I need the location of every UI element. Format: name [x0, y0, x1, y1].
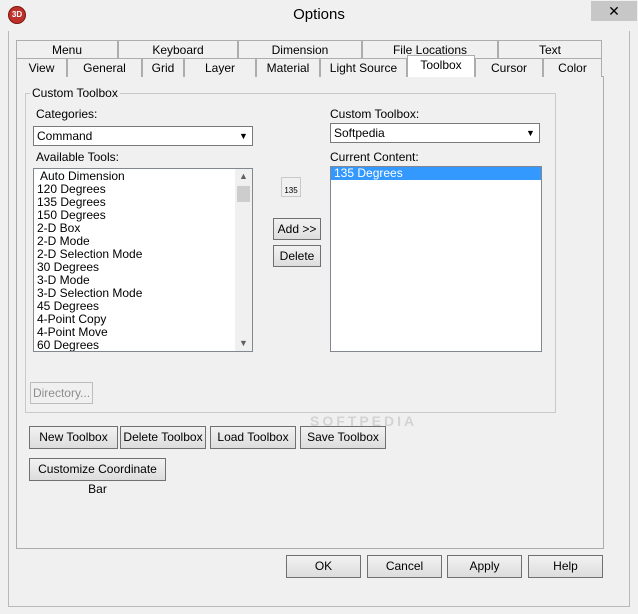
close-button[interactable]: ✕	[591, 1, 637, 21]
ok-button[interactable]: OK	[286, 555, 361, 578]
custom-toolbox-value: Softpedia	[334, 126, 385, 140]
chevron-down-icon[interactable]: ▼	[236, 128, 251, 144]
tab-material[interactable]: Material	[256, 58, 320, 77]
delete-button[interactable]: Delete	[273, 245, 321, 267]
scroll-thumb[interactable]	[237, 186, 250, 202]
available-tools-label: Available Tools:	[36, 150, 119, 164]
scroll-up-icon[interactable]: ▲	[235, 169, 252, 184]
tab-keyboard[interactable]: Keyboard	[118, 40, 238, 59]
tab-general[interactable]: General	[67, 58, 142, 77]
window-title: Options	[293, 6, 345, 23]
tab-cursor[interactable]: Cursor	[475, 58, 543, 77]
tab-grid[interactable]: Grid	[142, 58, 184, 77]
apply-button[interactable]: Apply	[447, 555, 522, 578]
tab-layer[interactable]: Layer	[184, 58, 256, 77]
save-toolbox-button[interactable]: Save Toolbox	[300, 426, 386, 449]
group-title: Custom Toolbox	[30, 86, 120, 100]
available-tools-list[interactable]: Auto Dimension 120 Degrees 135 Degrees 150 …	[33, 168, 253, 352]
angle-135-icon[interactable]: 135	[281, 177, 301, 197]
tab-color[interactable]: Color	[543, 58, 602, 77]
new-toolbox-button[interactable]: New Toolbox	[29, 426, 118, 449]
tab-text[interactable]: Text	[498, 40, 602, 59]
categories-label: Categories:	[36, 107, 98, 121]
scroll-down-icon[interactable]: ▼	[235, 336, 252, 351]
list-item[interactable]: 135 Degrees	[331, 167, 541, 180]
tab-dimension[interactable]: Dimension	[238, 40, 362, 59]
current-content-label: Current Content:	[330, 150, 419, 164]
custom-toolbox-dropdown[interactable]: Softpedia ▼	[330, 123, 540, 143]
tab-view[interactable]: View	[16, 58, 67, 77]
categories-dropdown[interactable]: Command ▼	[33, 126, 253, 146]
directory-button[interactable]: Directory...	[30, 382, 93, 404]
add-button[interactable]: Add >>	[273, 218, 321, 240]
current-content-list[interactable]: 135 Degrees	[330, 166, 542, 352]
tab-menu[interactable]: Menu	[16, 40, 118, 59]
available-tools-scrollbar[interactable]: ▲ ▼	[235, 169, 252, 351]
help-button[interactable]: Help	[528, 555, 603, 578]
categories-value: Command	[37, 129, 93, 143]
customize-coordinate-bar-button[interactable]: Customize Coordinate Bar	[29, 458, 166, 496]
custom-toolbox-label: Custom Toolbox:	[330, 107, 420, 121]
tab-light-source[interactable]: Light Source	[320, 58, 407, 77]
chevron-down-icon[interactable]: ▼	[523, 125, 538, 141]
cancel-button[interactable]: Cancel	[367, 555, 442, 578]
delete-toolbox-button[interactable]: Delete Toolbox	[120, 426, 206, 449]
load-toolbox-button[interactable]: Load Toolbox	[210, 426, 296, 449]
list-item[interactable]: 60 Degrees	[34, 339, 252, 352]
tab-toolbox[interactable]: Toolbox	[407, 55, 475, 77]
